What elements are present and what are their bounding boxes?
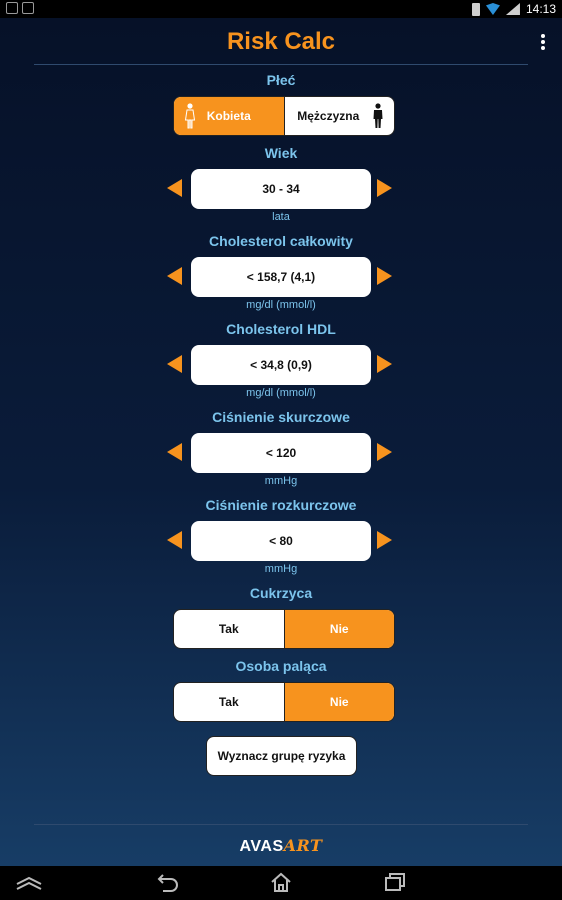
android-icon [22,2,34,14]
male-icon [373,103,383,128]
female-icon [184,103,196,129]
sex-option-male[interactable]: Mężczyzna [283,97,395,135]
total-cholesterol-decrease-arrow-icon[interactable] [167,267,182,285]
sex-option-female[interactable]: Kobieta [174,97,284,135]
hdl-cholesterol-increase-arrow-icon[interactable] [377,355,392,373]
smoker-option-yes[interactable]: Tak [174,683,284,721]
wifi-icon [485,3,500,15]
systolic-label: Ciśnienie skurczowe [212,409,350,425]
diastolic-increase-arrow-icon[interactable] [377,531,392,549]
age-unit: lata [272,211,290,223]
systolic-decrease-arrow-icon[interactable] [167,443,182,461]
total-cholesterol-value[interactable]: < 158,7 (4,1) [191,257,371,297]
total-cholesterol-increase-arrow-icon[interactable] [377,267,392,285]
diastolic-value[interactable]: < 80 [191,521,371,561]
hdl-cholesterol-decrease-arrow-icon[interactable] [167,355,182,373]
battery-icon [471,2,480,16]
total-cholesterol-unit: mg/dl (mmol/l) [246,299,316,311]
hdl-cholesterol-unit: mg/dl (mmol/l) [246,387,316,399]
hdl-cholesterol-value[interactable]: < 34,8 (0,9) [191,345,371,385]
systolic-increase-arrow-icon[interactable] [377,443,392,461]
total-cholesterol-label: Cholesterol całkowity [209,233,353,249]
diastolic-unit: mmHg [264,563,298,575]
age-value[interactable]: 30 - 34 [191,169,371,209]
signal-icon [505,3,520,15]
sex-option-male-label: Mężczyzna [297,109,360,123]
hdl-cholesterol-label: Cholesterol HDL [226,321,336,337]
header-divider [34,64,528,65]
smoker-selector: Tak Nie [173,682,395,722]
systolic-unit: mmHg [264,475,298,487]
collapse-icon[interactable] [16,876,42,890]
app-title: Risk Calc [226,28,336,55]
diabetes-selector: Tak Nie [173,609,395,649]
diabetes-option-yes[interactable]: Tak [174,610,284,648]
diastolic-label: Ciśnienie rozkurczowe [205,497,357,513]
sex-option-female-label: Kobieta [206,109,251,123]
sex-selector: Kobieta Mężczyzna [173,96,395,136]
logo-part-2: ART [283,836,323,855]
avasart-logo: AVASART [0,836,562,856]
smoker-option-no[interactable]: Nie [283,683,394,721]
recent-apps-icon[interactable] [384,872,406,892]
status-bar: 14:13 [0,0,562,18]
smoker-label: Osoba paląca [235,658,327,674]
diabetes-label: Cukrzyca [249,585,313,601]
logo-part-1: AVAS [239,838,284,855]
system-nav-bar [0,866,562,900]
app-screen: Risk Calc Płeć Kobieta Mężczyzna Wiek 30… [0,18,562,866]
overflow-menu-icon[interactable] [540,34,546,50]
systolic-value[interactable]: < 120 [191,433,371,473]
footer-divider [34,824,528,825]
diabetes-option-no[interactable]: Nie [283,610,394,648]
status-time: 14:13 [525,2,556,16]
age-increase-arrow-icon[interactable] [377,179,392,197]
home-icon[interactable] [270,872,292,892]
diastolic-decrease-arrow-icon[interactable] [167,531,182,549]
screenshot-icon [6,2,18,14]
sex-label: Płeć [266,72,296,88]
age-decrease-arrow-icon[interactable] [167,179,182,197]
calculate-risk-button[interactable]: Wyznacz grupę ryzyka [206,736,357,776]
age-label: Wiek [264,145,298,161]
back-icon[interactable] [157,872,179,892]
